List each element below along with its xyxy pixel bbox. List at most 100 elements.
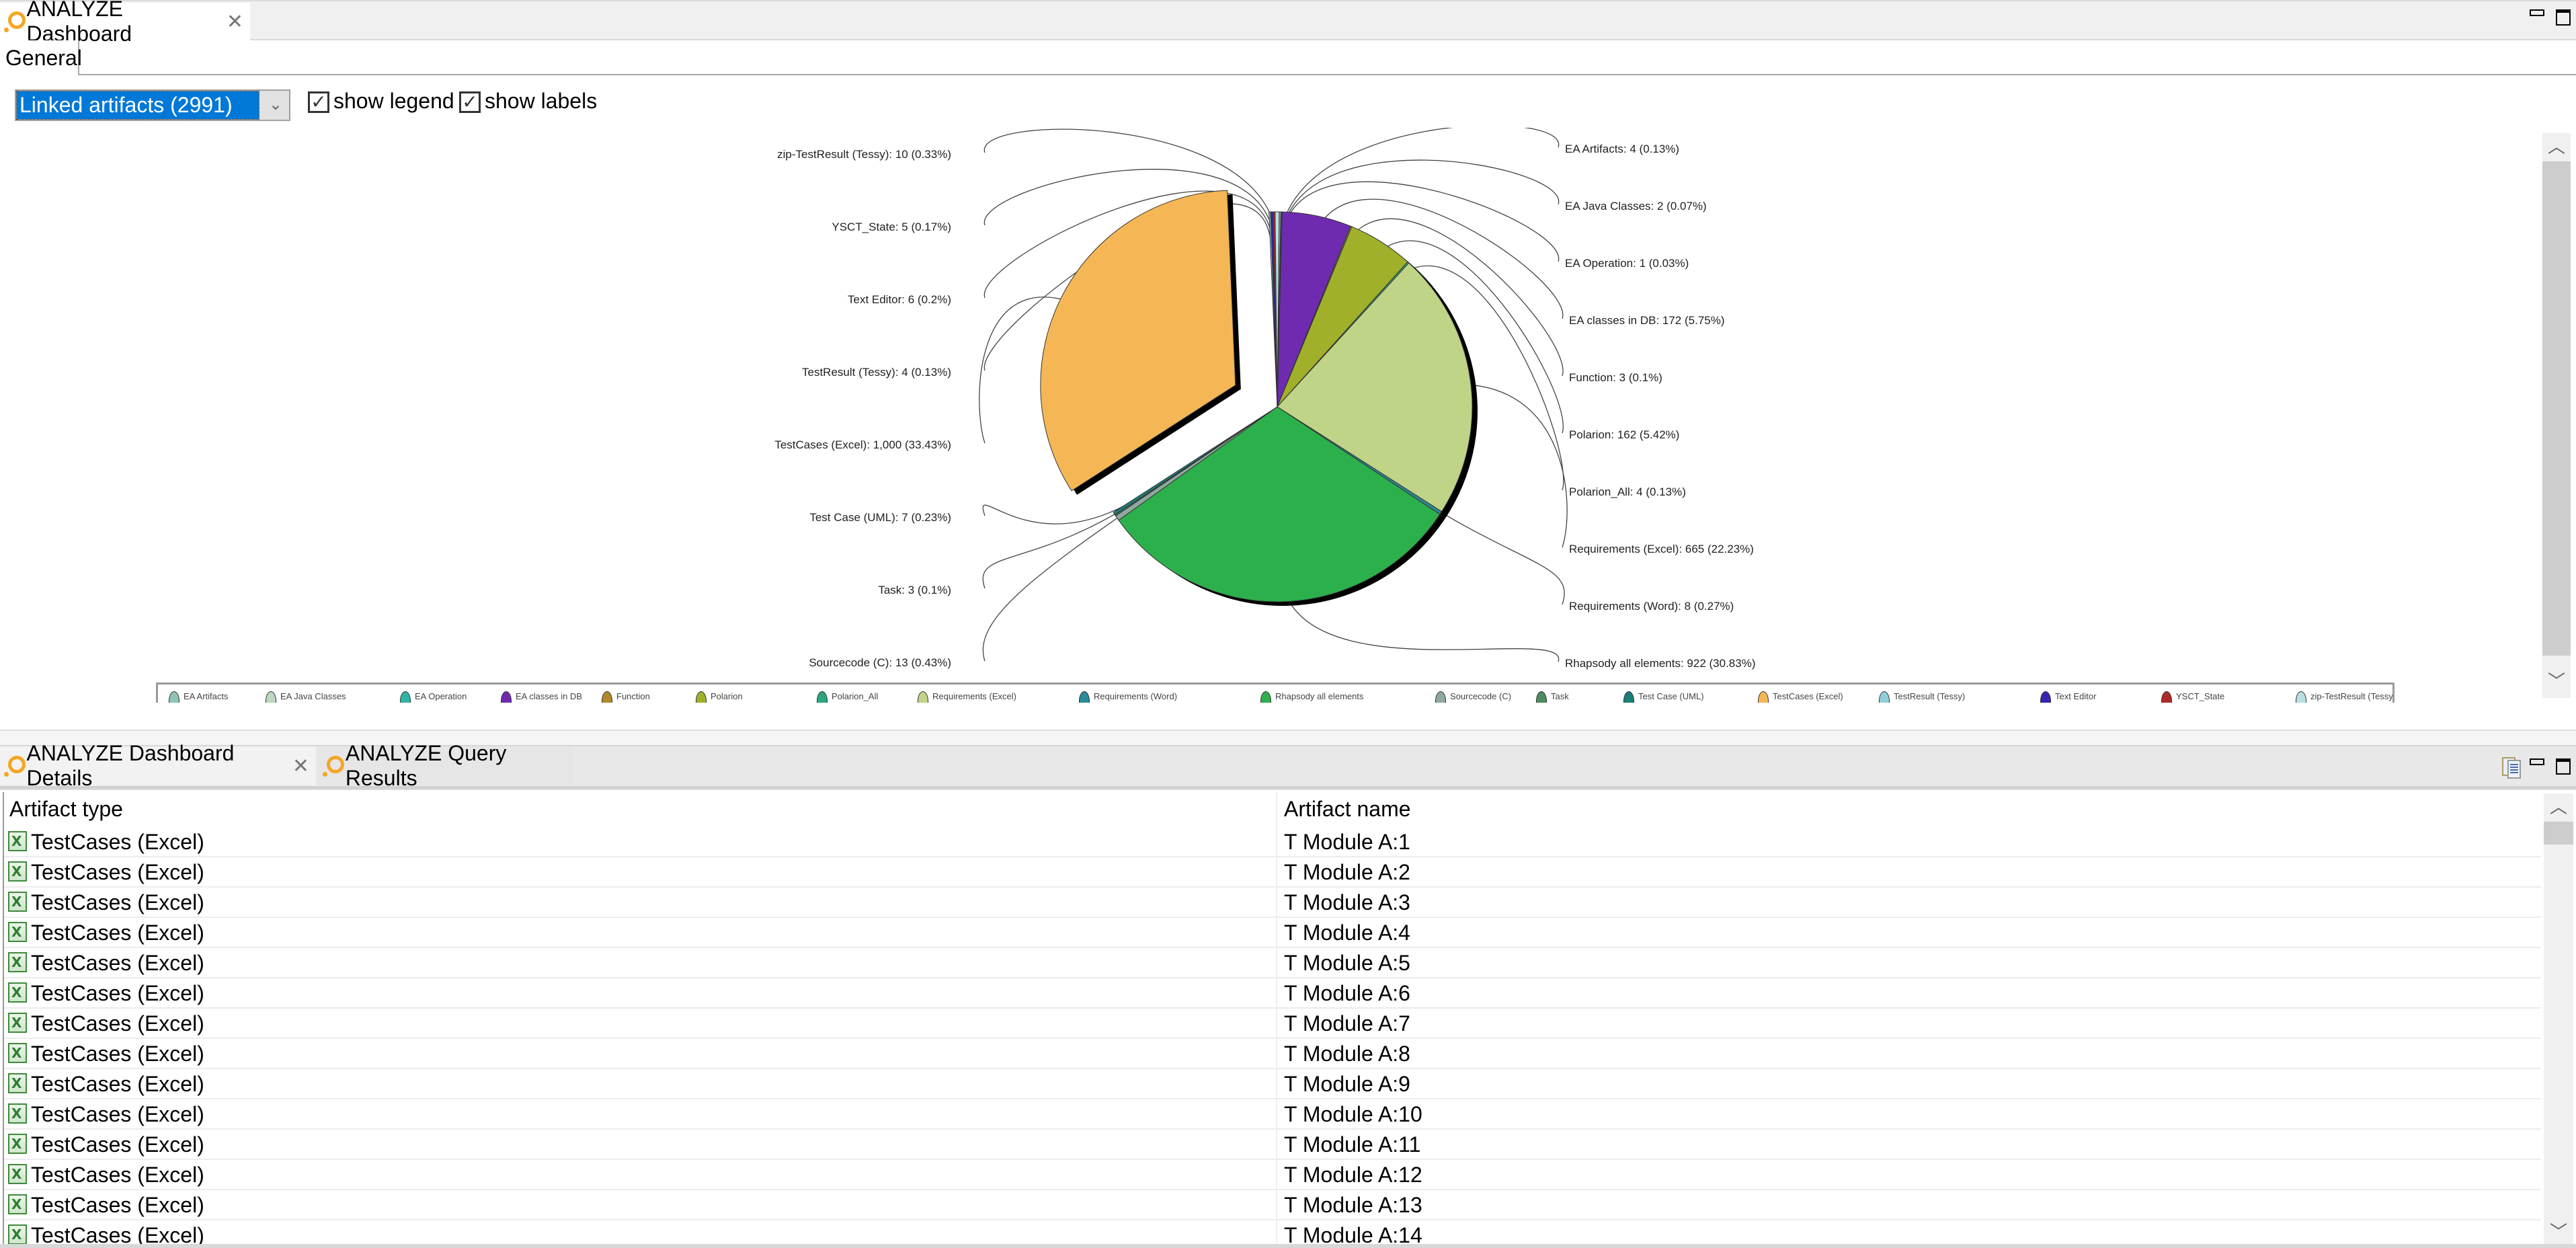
legend-item[interactable]: Text Editor xyxy=(2040,691,2096,703)
column-header-artifact-name[interactable]: Artifact name xyxy=(1279,792,1411,826)
legend-label: EA Java Classes xyxy=(280,691,346,701)
legend-swatch xyxy=(400,691,411,703)
table-row[interactable]: X TestCases (Excel) T Module A:7 xyxy=(4,1009,2541,1039)
minimize-icon[interactable] xyxy=(2530,9,2544,16)
tab-query-results[interactable]: ANALYZE Query Results xyxy=(319,741,574,790)
status-border xyxy=(0,1244,2576,1248)
show-labels-checkbox[interactable]: ✓ xyxy=(459,91,481,113)
scrollbar-thumb[interactable] xyxy=(2544,822,2573,845)
table-row[interactable]: X TestCases (Excel) T Module A:1 xyxy=(4,827,2541,857)
table-row[interactable]: X TestCases (Excel) T Module A:8 xyxy=(4,1039,2541,1069)
show-legend-label[interactable]: show legend xyxy=(333,89,454,114)
artifact-name-cell: T Module A:10 xyxy=(1284,1102,1422,1126)
artifact-type-cell: TestCases (Excel) xyxy=(31,1132,204,1157)
bottom-view-tabbar: ANALYZE Dashboard Details ✕ ANALYZE Quer… xyxy=(0,741,2576,790)
artifact-type-cell: TestCases (Excel) xyxy=(31,890,204,914)
maximize-icon[interactable] xyxy=(2556,9,2571,26)
slice-label: Text Editor: 6 (0.2%) xyxy=(848,293,951,306)
close-icon[interactable]: ✕ xyxy=(292,754,309,778)
scroll-up-icon[interactable]: ︿ xyxy=(2542,133,2571,160)
excel-icon: X xyxy=(8,1164,27,1184)
close-icon[interactable]: ✕ xyxy=(227,10,243,34)
legend-item[interactable]: Function xyxy=(602,691,650,703)
legend-label: TestCases (Excel) xyxy=(1773,691,1843,701)
tab-label: ANALYZE Dashboard Details xyxy=(26,741,235,790)
legend-swatch xyxy=(1435,691,1446,703)
tab-general[interactable]: General xyxy=(0,40,82,75)
table-row[interactable]: X TestCases (Excel) T Module A:2 xyxy=(4,857,2541,888)
details-table: Artifact type Artifact name X TestCases (… xyxy=(3,792,2541,1248)
legend-item[interactable]: TestCases (Excel) xyxy=(1758,691,1843,703)
artifact-name-cell: T Module A:4 xyxy=(1284,921,1410,945)
slice-label: EA Operation: 1 (0.03%) xyxy=(1565,257,1689,270)
table-row[interactable]: X TestCases (Excel) T Module A:6 xyxy=(4,978,2541,1009)
table-row[interactable]: X TestCases (Excel) T Module A:3 xyxy=(4,888,2541,918)
legend-item[interactable]: zip-TestResult (Tessy) xyxy=(2296,691,2394,703)
legend-item[interactable]: EA Artifacts xyxy=(169,691,228,703)
table-row[interactable]: X TestCases (Excel) T Module A:5 xyxy=(4,948,2541,978)
minimize-icon[interactable] xyxy=(2530,758,2544,765)
legend-item[interactable]: YSCT_State xyxy=(2161,691,2224,703)
table-row[interactable]: X TestCases (Excel) T Module A:11 xyxy=(4,1130,2541,1160)
scroll-down-icon[interactable]: ﹀ xyxy=(2542,668,2571,695)
artifact-type-cell: TestCases (Excel) xyxy=(31,830,204,854)
artifact-type-cell: TestCases (Excel) xyxy=(31,1011,204,1036)
show-legend-checkbox[interactable]: ✓ xyxy=(308,91,329,113)
artifact-type-cell: TestCases (Excel) xyxy=(31,1102,204,1126)
legend-label: Text Editor xyxy=(2055,691,2097,701)
artifact-set-dropdown[interactable]: Linked artifacts (2991) ⌄ xyxy=(15,89,290,121)
column-divider[interactable] xyxy=(1276,792,1277,1248)
legend-item[interactable]: Polarion xyxy=(696,691,743,703)
legend-item[interactable]: Rhapsody all elements xyxy=(1260,691,1364,703)
excel-icon: X xyxy=(8,952,27,972)
legend-item[interactable]: EA Java Classes xyxy=(266,691,346,703)
legend-item[interactable]: Requirements (Excel) xyxy=(918,691,1016,703)
tab-label: ANALYZE Dashboard xyxy=(26,0,132,46)
excel-icon: X xyxy=(8,1194,27,1214)
column-header-artifact-type[interactable]: Artifact type xyxy=(4,792,123,826)
artifact-name-cell: T Module A:6 xyxy=(1284,981,1410,1005)
legend-swatch xyxy=(696,691,707,703)
copy-document-icon[interactable] xyxy=(2502,757,2521,779)
tab-analyze-dashboard[interactable]: ANALYZE Dashboard ✕ xyxy=(0,0,250,46)
legend-item[interactable]: TestResult (Tessy) xyxy=(1879,691,1965,703)
pie-slice[interactable] xyxy=(1040,190,1236,492)
table-row[interactable]: X TestCases (Excel) T Module A:10 xyxy=(4,1099,2541,1130)
legend-item[interactable]: Sourcecode (C) xyxy=(1435,691,1511,703)
excel-icon: X xyxy=(8,1134,27,1154)
table-row[interactable]: X TestCases (Excel) T Module A:9 xyxy=(4,1069,2541,1099)
slice-label: Polarion_All: 4 (0.13%) xyxy=(1569,485,1686,498)
slice-label: Rhapsody all elements: 922 (30.83%) xyxy=(1565,657,1756,670)
scroll-up-icon[interactable]: ︿ xyxy=(2544,793,2573,820)
analyze-icon xyxy=(323,754,344,777)
table-row[interactable]: X TestCases (Excel) T Module A:4 xyxy=(4,918,2541,948)
slice-label: EA Java Classes: 2 (0.07%) xyxy=(1565,200,1707,212)
legend-item[interactable]: EA Operation xyxy=(400,691,467,703)
legend-label: zip-TestResult (Tessy) xyxy=(2310,691,2394,701)
legend-item[interactable]: Task xyxy=(1536,691,1569,703)
excel-icon: X xyxy=(8,1224,27,1245)
artifact-type-cell: TestCases (Excel) xyxy=(31,1163,204,1187)
excel-icon: X xyxy=(8,831,27,851)
show-labels-label[interactable]: show labels xyxy=(485,89,597,114)
legend-swatch xyxy=(169,691,179,703)
analyze-icon xyxy=(4,10,26,33)
scroll-down-icon[interactable]: ﹀ xyxy=(2544,1218,2573,1245)
chart-scrollbar[interactable]: ︿ ﹀ xyxy=(2542,133,2571,698)
legend-item[interactable]: Requirements (Word) xyxy=(1079,691,1177,703)
legend-item[interactable]: EA classes in DB xyxy=(501,691,582,703)
artifact-name-cell: T Module A:9 xyxy=(1284,1072,1410,1096)
legend-swatch xyxy=(2040,691,2051,703)
legend-swatch xyxy=(602,691,612,703)
legend-item[interactable]: Test Case (UML) xyxy=(1623,691,1704,703)
scrollbar-thumb[interactable] xyxy=(2542,161,2571,656)
artifact-name-cell: T Module A:2 xyxy=(1284,860,1410,884)
legend-item[interactable]: Polarion_All xyxy=(817,691,878,703)
table-scrollbar[interactable]: ︿ ﹀ xyxy=(2544,793,2573,1245)
top-view-tabbar: ANALYZE Dashboard ✕ xyxy=(0,0,2576,46)
tab-dashboard-details[interactable]: ANALYZE Dashboard Details ✕ xyxy=(0,741,316,790)
table-row[interactable]: X TestCases (Excel) T Module A:12 xyxy=(4,1160,2541,1190)
table-row[interactable]: X TestCases (Excel) T Module A:13 xyxy=(4,1190,2541,1220)
legend-label: Requirements (Word) xyxy=(1094,691,1178,701)
maximize-icon[interactable] xyxy=(2556,758,2571,775)
